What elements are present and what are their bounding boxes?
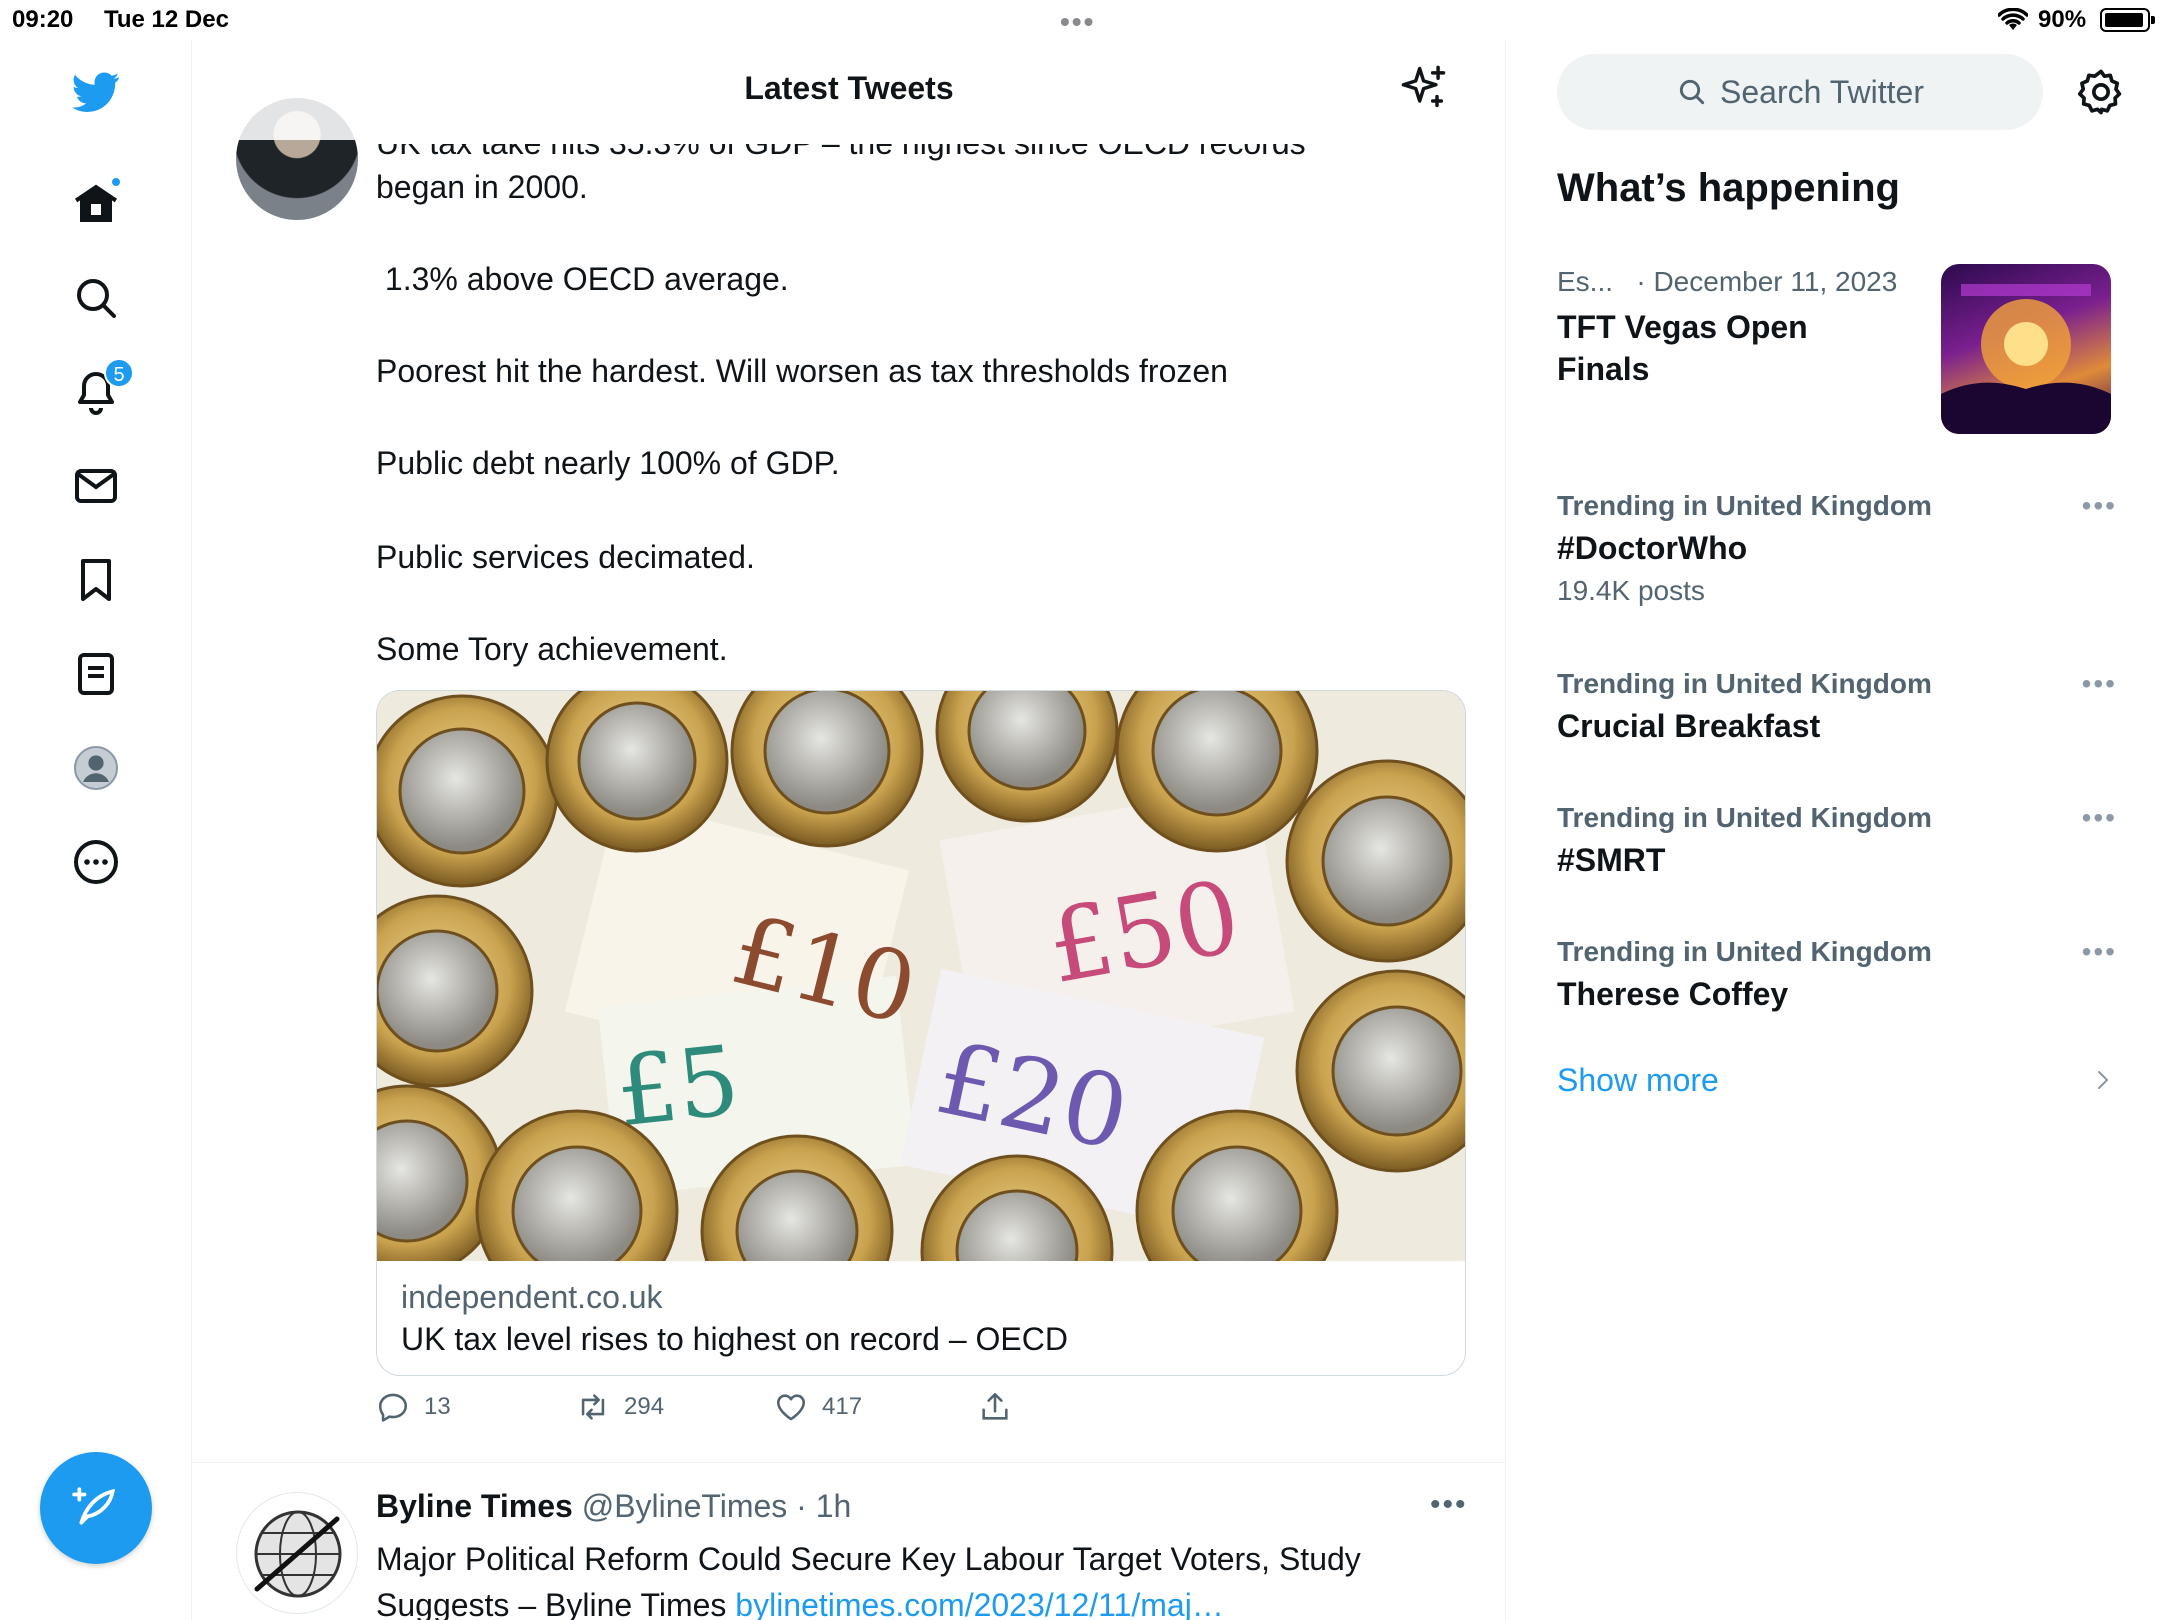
search-placeholder: Search Twitter — [1720, 73, 1924, 110]
battery-icon — [2100, 8, 2155, 32]
trend-more-icon[interactable]: ••• — [2082, 936, 2117, 968]
tweet-text-line: began in 2000. — [376, 169, 588, 205]
banknotes-coins-illustration: £10 £50 £5 £20 — [377, 691, 1465, 1261]
trend-more-icon[interactable]: ••• — [2082, 802, 2117, 834]
tweet2-handle-time[interactable]: @BylineTimes · 1h — [573, 1488, 852, 1524]
sparkle-icon[interactable] — [1398, 62, 1450, 114]
trend-more-icon[interactable]: ••• — [2082, 490, 2117, 522]
nav-lists[interactable] — [56, 634, 136, 714]
nav-explore[interactable] — [56, 258, 136, 338]
mail-icon — [75, 469, 117, 503]
tweet2-header: Byline Times @BylineTimes · 1h — [376, 1488, 851, 1525]
search-icon — [1679, 79, 1705, 105]
reply-icon — [378, 1393, 408, 1422]
wifi-icon — [1997, 7, 2029, 39]
share-button[interactable] — [978, 1390, 1012, 1424]
like-count: 417 — [822, 1393, 863, 1420]
tweet2-link[interactable]: bylinetimes.com/2023/12/11/maj… — [735, 1587, 1224, 1620]
tweet-text-line: Public debt nearly 100% of GDP. — [376, 445, 840, 481]
trend-name: Crucial Breakfast — [1557, 708, 1821, 744]
trend-name: Therese Coffey — [1557, 976, 1789, 1012]
avatar-icon — [74, 746, 118, 790]
notifications-badge: 5 — [104, 358, 134, 388]
globe-logo-icon — [254, 1510, 342, 1598]
show-more-link[interactable]: Show more — [1557, 1062, 1719, 1099]
trend-posts: 19.4K posts — [1557, 575, 1705, 606]
retweet-count: 294 — [624, 1393, 665, 1420]
nav-profile[interactable] — [56, 728, 136, 808]
event-meta: Es... · December 11, 2023 — [1557, 266, 1897, 298]
tweet2-more-icon[interactable]: ••• — [1430, 1488, 1468, 1522]
status-date: Tue 12 Dec — [104, 6, 229, 33]
tweet-text-line: 1.3% above OECD average. — [376, 261, 789, 297]
gear-icon[interactable] — [2075, 66, 2127, 118]
search-icon — [77, 279, 116, 318]
nav-bookmarks[interactable] — [56, 540, 136, 620]
event-category: Es... — [1557, 266, 1614, 297]
bookmark-icon — [81, 559, 111, 601]
event-date: · December 11, 2023 — [1636, 266, 1898, 297]
feather-plus-icon — [72, 1487, 115, 1525]
timeline-header: Latest Tweets — [192, 40, 1505, 140]
tweet-text-line: Public services decimated. — [376, 539, 755, 575]
page-title: Latest Tweets — [744, 70, 954, 106]
trend-item[interactable]: Trending in United Kingdom #SMRT ••• — [1557, 802, 2117, 879]
trend-more-icon[interactable]: ••• — [2082, 668, 2117, 700]
multitasking-dots-icon[interactable]: ••• — [1060, 6, 1095, 38]
share-icon — [982, 1392, 1008, 1420]
more-circle-icon — [74, 840, 118, 884]
retweet-icon — [581, 1394, 605, 1420]
home-unread-dot — [110, 176, 122, 188]
tweet2-text: Major Political Reform Could Secure Key … — [376, 1536, 1466, 1620]
status-time: 09:20 — [12, 6, 74, 33]
chevron-right-icon[interactable] — [2091, 1068, 2115, 1092]
byline-times-avatar[interactable] — [236, 1492, 358, 1614]
event-thumbnail — [1941, 264, 2111, 434]
compose-tweet-button[interactable] — [40, 1452, 152, 1564]
trend-context: Trending in United Kingdom — [1557, 668, 1932, 699]
tweet2-author-name[interactable]: Byline Times — [376, 1488, 573, 1524]
like-button[interactable]: 417 — [774, 1390, 862, 1424]
card-domain: independent.co.uk — [401, 1279, 663, 1315]
card-title: UK tax level rises to highest on record … — [401, 1321, 1068, 1357]
trend-context: Trending in United Kingdom — [1557, 802, 1932, 833]
nav-notifications[interactable]: 5 — [56, 352, 136, 432]
twitter-logo-icon[interactable] — [56, 52, 136, 132]
trend-name: #DoctorWho — [1557, 530, 1748, 566]
tweet-text-line: Poorest hit the hardest. Will worsen as … — [376, 353, 1228, 389]
whats-happening-heading: What’s happening — [1557, 166, 1900, 210]
link-card[interactable]: £10 £50 £5 £20 independent.co.uk UK tax … — [376, 690, 1466, 1376]
trend-name: #SMRT — [1557, 842, 1666, 878]
right-sidebar: Search Twitter What’s happening Es... · … — [1507, 40, 2160, 1620]
nav-more[interactable] — [56, 822, 136, 902]
tweet-text-line: Some Tory achievement. — [376, 631, 728, 667]
battery-percent: 90% — [2038, 6, 2087, 33]
trend-item[interactable]: Trending in United Kingdom #DoctorWho 19… — [1557, 490, 2117, 607]
status-bar: 09:20 Tue 12 Dec ••• 90% — [0, 0, 2160, 40]
reply-button[interactable]: 13 — [376, 1390, 451, 1424]
event-thumbnail-art — [1941, 284, 2111, 434]
nav-home[interactable] — [56, 164, 136, 244]
tweet-divider — [192, 1462, 1505, 1463]
heart-icon — [776, 1394, 806, 1421]
trend-item[interactable]: Trending in United Kingdom Therese Coffe… — [1557, 936, 2117, 1013]
list-icon — [78, 653, 114, 695]
card-image-banknotes-coins: £10 £50 £5 £20 — [377, 691, 1465, 1261]
trend-context: Trending in United Kingdom — [1557, 490, 1932, 521]
trend-item[interactable]: Trending in United Kingdom Crucial Break… — [1557, 668, 2117, 745]
reply-count: 13 — [424, 1393, 451, 1420]
timeline[interactable]: UK tax take hits 35.3% of GDP – the high… — [192, 40, 1506, 1620]
event-title: TFT Vegas Open Finals — [1557, 309, 1808, 387]
trend-context: Trending in United Kingdom — [1557, 936, 1932, 967]
nav-messages[interactable] — [56, 446, 136, 526]
left-nav: 5 — [0, 40, 192, 1620]
retweet-button[interactable]: 294 — [576, 1390, 664, 1424]
search-input[interactable]: Search Twitter — [1557, 54, 2043, 130]
